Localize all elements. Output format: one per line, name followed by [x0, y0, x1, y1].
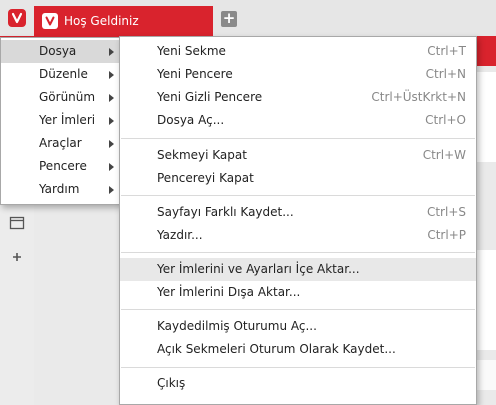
- chevron-right-icon: [109, 140, 114, 148]
- menu-item-open-saved-session[interactable]: Kaydedilmiş Oturumu Aç...: [120, 315, 476, 338]
- chevron-right-icon: [109, 163, 114, 171]
- tab-bar: Hoş Geldiniz +: [0, 0, 496, 36]
- menu-item-label: Yardım: [39, 182, 80, 196]
- menu-item-window[interactable]: Pencere: [1, 155, 121, 178]
- menu-item-save-session[interactable]: Açık Sekmeleri Oturum Olarak Kaydet...: [120, 338, 476, 361]
- menu-item-open-file[interactable]: Dosya Aç... Ctrl+O: [120, 109, 476, 132]
- menu-item-label: Açık Sekmeleri Oturum Olarak Kaydet...: [157, 342, 396, 356]
- menu-item-bookmarks[interactable]: Yer İmleri: [1, 109, 121, 132]
- shortcut-label: Ctrl+ÜstKrkt+N: [371, 90, 466, 104]
- chevron-right-icon: [109, 71, 114, 79]
- menu-item-file[interactable]: Dosya: [1, 40, 121, 63]
- shortcut-label: Ctrl+S: [426, 205, 466, 219]
- file-submenu: Yeni Sekme Ctrl+T Yeni Pencere Ctrl+N Yeni…: [119, 36, 477, 405]
- menu-item-close-window[interactable]: Pencereyi Kapat: [120, 167, 476, 190]
- plus-icon[interactable]: +: [221, 11, 237, 27]
- shortcut-label: Ctrl+P: [427, 228, 466, 242]
- menu-item-label: Çıkış: [157, 376, 186, 390]
- menu-separator: [121, 138, 475, 139]
- vivaldi-tab-icon: [42, 13, 58, 29]
- tab-welcome[interactable]: Hoş Geldiniz: [34, 6, 213, 36]
- menu-item-label: Araçlar: [39, 136, 82, 150]
- side-panel: [0, 205, 34, 405]
- menu-item-tools[interactable]: Araçlar: [1, 132, 121, 155]
- menu-item-label: Pencereyi Kapat: [157, 171, 254, 185]
- menu-item-label: Sayfayı Farklı Kaydet...: [157, 205, 294, 219]
- menu-separator: [121, 195, 475, 196]
- menu-item-label: Yeni Pencere: [157, 67, 233, 81]
- plus-icon[interactable]: [9, 249, 25, 265]
- menu-item-import-bookmarks[interactable]: Yer İmlerini ve Ayarları İçe Aktar...: [120, 258, 476, 281]
- vivaldi-logo-icon[interactable]: [8, 9, 26, 27]
- chevron-right-icon: [109, 117, 114, 125]
- content-panel: [474, 360, 496, 390]
- menu-separator: [121, 367, 475, 368]
- shortcut-label: Ctrl+N: [425, 67, 466, 81]
- main-menu: Dosya Düzenle Görünüm Yer İmleri Araçlar…: [0, 37, 122, 205]
- menu-separator: [121, 309, 475, 310]
- menu-item-label: Dosya Aç...: [157, 113, 225, 127]
- menu-item-label: Yeni Sekme: [157, 44, 226, 58]
- menu-item-label: Yer İmleri: [39, 113, 96, 127]
- menu-item-label: Pencere: [39, 159, 87, 173]
- shortcut-label: Ctrl+O: [425, 113, 466, 127]
- menu-item-new-window[interactable]: Yeni Pencere Ctrl+N: [120, 63, 476, 86]
- menu-item-new-private-window[interactable]: Yeni Gizli Pencere Ctrl+ÜstKrkt+N: [120, 86, 476, 109]
- menu-item-label: Kaydedilmiş Oturumu Aç...: [157, 319, 317, 333]
- menu-item-label: Görünüm: [39, 90, 96, 104]
- menu-item-label: Yer İmlerini ve Ayarları İçe Aktar...: [157, 262, 360, 276]
- menu-item-print[interactable]: Yazdır... Ctrl+P: [120, 224, 476, 247]
- menu-item-edit[interactable]: Düzenle: [1, 63, 121, 86]
- menu-item-view[interactable]: Görünüm: [1, 86, 121, 109]
- chevron-right-icon: [109, 48, 114, 56]
- menu-item-close-tab[interactable]: Sekmeyi Kapat Ctrl+W: [120, 144, 476, 167]
- chevron-right-icon: [109, 186, 114, 194]
- chevron-right-icon: [109, 94, 114, 102]
- menu-item-new-tab[interactable]: Yeni Sekme Ctrl+T: [120, 40, 476, 63]
- menu-item-exit[interactable]: Çıkış: [120, 372, 476, 395]
- menu-item-save-page-as[interactable]: Sayfayı Farklı Kaydet... Ctrl+S: [120, 201, 476, 224]
- window-panel-icon[interactable]: [9, 215, 25, 231]
- menu-item-label: Sekmeyi Kapat: [157, 148, 247, 162]
- shortcut-label: Ctrl+T: [427, 44, 466, 58]
- menu-item-label: Yeni Gizli Pencere: [157, 90, 263, 104]
- menu-item-label: Dosya: [39, 44, 77, 58]
- tab-title: Hoş Geldiniz: [64, 14, 139, 28]
- menu-item-label: Düzenle: [39, 67, 88, 81]
- menu-item-label: Yer İmlerini Dışa Aktar...: [157, 285, 301, 299]
- menu-separator: [121, 252, 475, 253]
- menu-item-label: Yazdır...: [157, 228, 203, 242]
- menu-item-export-bookmarks[interactable]: Yer İmlerini Dışa Aktar...: [120, 281, 476, 304]
- shortcut-label: Ctrl+W: [422, 148, 466, 162]
- menu-item-help[interactable]: Yardım: [1, 178, 121, 201]
